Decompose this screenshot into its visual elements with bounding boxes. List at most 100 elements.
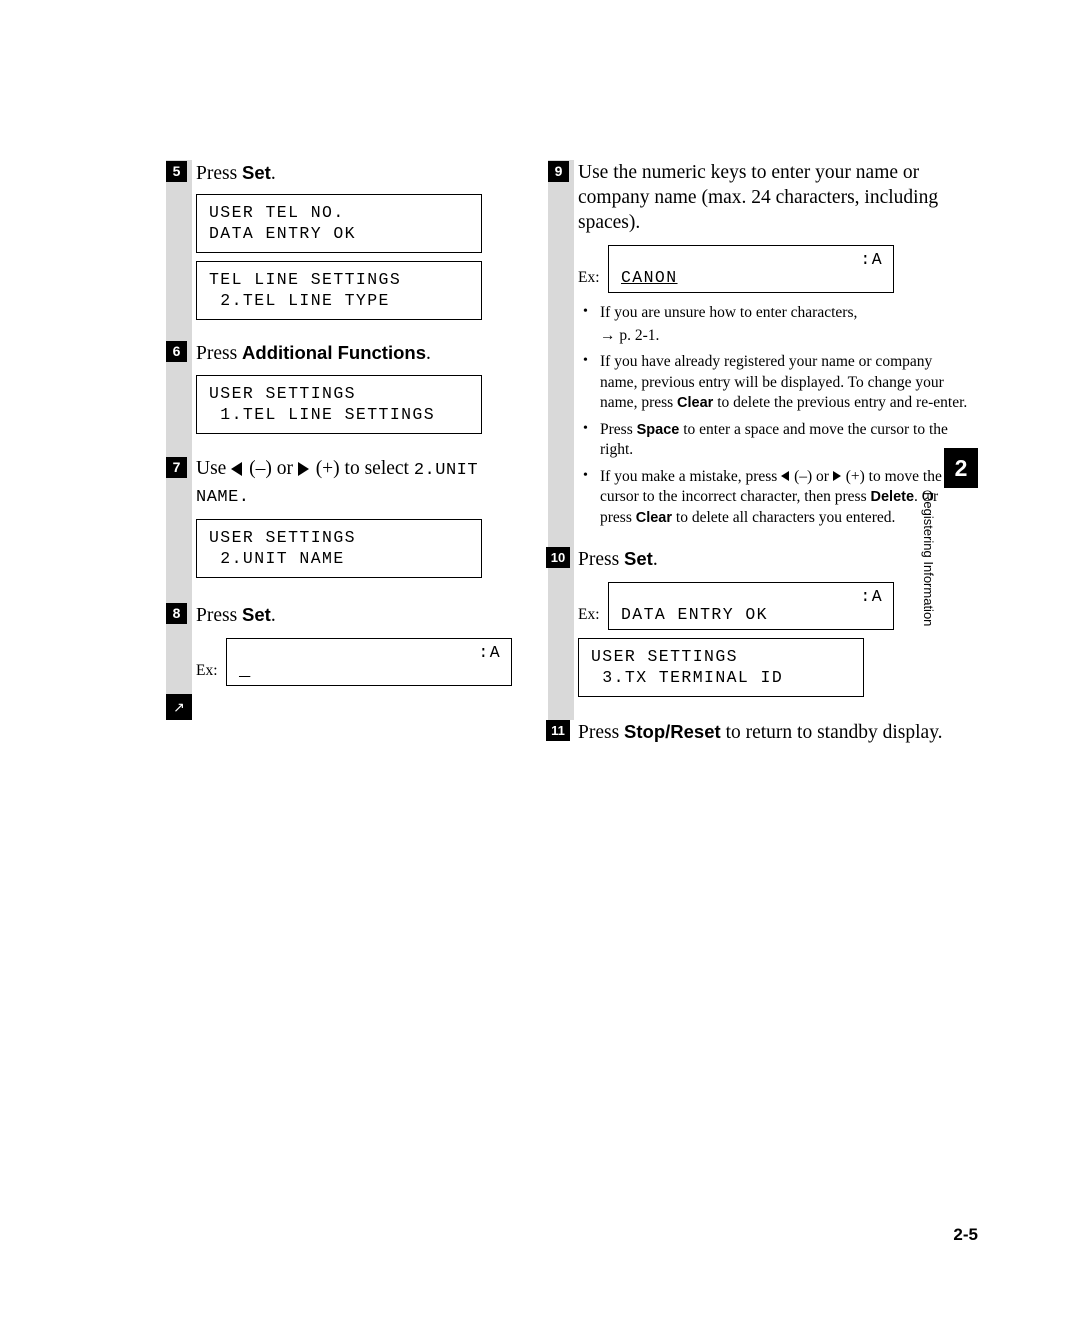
step-9-text: Use the numeric keys to enter your name … xyxy=(578,162,939,233)
step-10: 10 Press Set. Ex: :A DATA ENTRY OK USER … xyxy=(546,546,968,697)
step-10-text: Press Set. xyxy=(578,546,968,572)
lcd-mode-indicator: :A xyxy=(860,587,883,606)
lcd-line-2: 2.UNIT NAME xyxy=(209,549,345,568)
step-7-text: Use (–) or (+) to select 2.UNIT NAME. xyxy=(196,456,536,510)
note-text: If you are unsure how to enter character… xyxy=(600,304,858,321)
step-number-5: 5 xyxy=(166,161,187,182)
step-5-lcds: USER TEL NO. DATA ENTRY OK TEL LINE SETT… xyxy=(196,194,536,320)
chapter-tab-label: Registering Information xyxy=(921,492,936,627)
step-10-key-set: Set xyxy=(624,548,653,569)
example-label: Ex: xyxy=(578,269,600,286)
lcd-line-2: 3.TX TERMINAL ID xyxy=(591,668,784,687)
note-text-2: (–) or xyxy=(790,467,833,485)
step-7-menu-item: 2.UNIT xyxy=(413,461,479,480)
arrow-left-icon xyxy=(231,461,243,476)
note-text-tail: to delete the previous entry and re-ente… xyxy=(713,394,968,411)
step-11: 11 Press Stop/Reset to return to standby… xyxy=(546,719,968,745)
step-9: 9 Use the numeric keys to enter your nam… xyxy=(548,160,968,529)
step-9-example: Ex: :A CANON xyxy=(578,245,968,293)
key-clear: Clear xyxy=(635,509,673,526)
lcd-line-2: DATA ENTRY OK xyxy=(209,224,356,243)
lcd-display: USER SETTINGS 1.TEL LINE SETTINGS xyxy=(196,375,482,434)
lcd-line-1: USER SETTINGS xyxy=(591,647,738,666)
step-8-text-after: . xyxy=(270,605,276,626)
step-8: 8 Press Set. Ex: :A _ xyxy=(166,602,536,686)
step-7-text-before: Use xyxy=(196,458,232,479)
example-label: Ex: xyxy=(578,606,600,623)
step-9-notes: If you are unsure how to enter character… xyxy=(578,302,968,529)
right-margin-bar xyxy=(548,160,574,720)
lcd-display-entry: :A CANON xyxy=(608,245,894,293)
step-number-8: 8 xyxy=(166,603,187,624)
step-7-text-mid2: (+) to select xyxy=(310,458,414,479)
note-item: If you have already registered your name… xyxy=(578,351,968,414)
step-8-text: Press Set. xyxy=(196,602,536,628)
step-number-11: 11 xyxy=(546,720,570,741)
lcd-line-2: 2.TEL LINE TYPE xyxy=(209,291,390,310)
lcd-display: TEL LINE SETTINGS 2.TEL LINE TYPE xyxy=(196,261,482,320)
lcd-line-1: USER SETTINGS xyxy=(209,384,356,403)
step-6-key-additional-functions: Additional Functions xyxy=(242,342,426,363)
step-11-text-after: to return to standby display. xyxy=(720,722,943,743)
step-5-key-set: Set xyxy=(242,162,271,183)
step-5-text: Press Set. xyxy=(196,160,536,186)
lcd-display-entry: :A DATA ENTRY OK xyxy=(608,582,894,630)
lcd-line-1: TEL LINE SETTINGS xyxy=(209,270,402,289)
lcd-cursor: _ xyxy=(239,661,251,680)
note-text: Press xyxy=(600,420,637,438)
example-label: Ex: xyxy=(196,662,218,679)
step-11-key-stop-reset: Stop/Reset xyxy=(624,721,721,742)
chapter-tab-number: 2 xyxy=(944,448,978,488)
step-number-9: 9 xyxy=(548,161,569,182)
step-6-text: Press Additional Functions. xyxy=(196,340,536,366)
step-number-6: 6 xyxy=(166,341,187,362)
step-number-10: 10 xyxy=(546,547,570,568)
note-item: Press Space to enter a space and move th… xyxy=(578,419,968,461)
step-8-example: Ex: :A _ xyxy=(196,638,536,686)
step-7: 7 Use (–) or (+) to select 2.UNIT NAME. U… xyxy=(166,456,536,578)
arrow-right-icon xyxy=(832,470,841,481)
note-item: If you make a mistake, press (–) or (+) … xyxy=(578,466,968,529)
step-7-text-mid1: (–) or xyxy=(244,458,298,479)
step-11-text: Press Stop/Reset to return to standby di… xyxy=(578,719,968,745)
left-margin-bar xyxy=(166,160,192,720)
step-7-text-after: NAME. xyxy=(196,488,250,507)
step-8-text-before: Press xyxy=(196,605,243,626)
lcd-mode-indicator: :A xyxy=(478,643,501,662)
step-11-text-before: Press xyxy=(578,722,625,743)
lcd-line-1: USER SETTINGS xyxy=(209,528,356,547)
right-column: 9 Use the numeric keys to enter your nam… xyxy=(546,160,968,747)
lcd-line-2: 1.TEL LINE SETTINGS xyxy=(209,405,436,424)
step-10-example: Ex: :A DATA ENTRY OK xyxy=(578,582,968,630)
lcd-display-entry: :A _ xyxy=(226,638,512,686)
lcd-display: USER SETTINGS 2.UNIT NAME xyxy=(196,519,482,578)
step-number-7: 7 xyxy=(166,457,187,478)
key-clear: Clear xyxy=(677,395,714,411)
note-text: If you make a mistake, press xyxy=(600,467,782,485)
step-5-text-after: . xyxy=(270,163,276,184)
continuation-arrow-icon: ↗ xyxy=(166,694,192,720)
step-10-text-after: . xyxy=(652,549,658,570)
step-10-text-before: Press xyxy=(578,549,625,570)
lcd-mode-indicator: :A xyxy=(860,250,883,269)
step-6-text-before: Press xyxy=(196,343,243,364)
lcd-line-1: USER TEL NO. xyxy=(209,203,345,222)
lcd-entered-text: DATA ENTRY OK xyxy=(621,605,768,624)
lcd-entered-text: CANON xyxy=(621,268,678,287)
note-text-5: to delete all characters you entered. xyxy=(672,508,896,526)
left-column: 5 Press Set. USER TEL NO. DATA ENTRY OK … xyxy=(166,160,536,688)
key-space: Space xyxy=(636,421,680,438)
step-5: 5 Press Set. USER TEL NO. DATA ENTRY OK … xyxy=(166,160,536,320)
lcd-display: USER TEL NO. DATA ENTRY OK xyxy=(196,194,482,253)
note-item: If you are unsure how to enter character… xyxy=(578,302,968,324)
document-page: ↗ 5 Press Set. USER TEL NO. DATA ENTRY O… xyxy=(0,0,1080,1333)
arrow-left-icon xyxy=(781,470,790,481)
arrow-right-icon xyxy=(297,461,309,476)
step-5-text-before: Press xyxy=(196,163,243,184)
step-8-key-set: Set xyxy=(242,604,271,625)
step-6: 6 Press Additional Functions. USER SETTI… xyxy=(166,340,536,434)
lcd-display: USER SETTINGS 3.TX TERMINAL ID xyxy=(578,638,864,697)
page-number: 2-5 xyxy=(953,1225,978,1244)
step-6-text-after: . xyxy=(426,343,431,364)
key-delete: Delete xyxy=(870,489,915,505)
